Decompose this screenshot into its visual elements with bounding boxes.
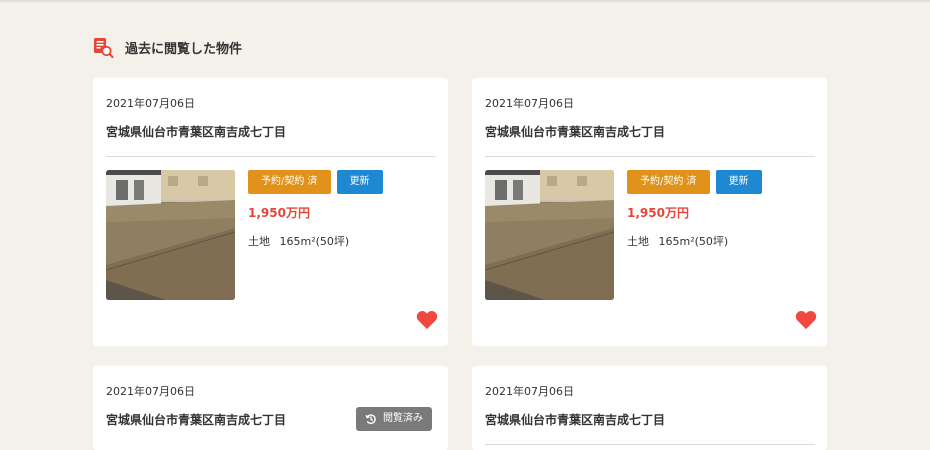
updated-badge: 更新 (715, 170, 762, 194)
updated-badge: 更新 (336, 170, 383, 194)
divider (485, 444, 815, 445)
status-badge: 予約/契約 済 (248, 170, 331, 194)
viewed-date: 2021年07月06日 (106, 385, 195, 398)
history-search-icon (92, 36, 114, 58)
property-type: 土地 (248, 235, 270, 248)
price: 1,950万円 (627, 206, 689, 220)
property-address[interactable]: 宮城県仙台市青葉区南吉成七丁目 (106, 123, 286, 140)
price: 1,950万円 (248, 206, 310, 220)
viewed-badge: 閲覧済み (356, 407, 432, 431)
property-type: 土地 (627, 235, 649, 248)
property-spec: 土地 165m²(50坪) (248, 233, 349, 249)
property-spec: 土地 165m²(50坪) (627, 233, 728, 249)
property-card[interactable]: 2021年07月06日 宮城県仙台市青葉区南吉成七丁目 閲覧済み (93, 366, 448, 450)
property-area: 165m²(50坪) (279, 235, 350, 248)
property-photo[interactable] (106, 170, 235, 300)
property-area: 165m²(50坪) (658, 235, 729, 248)
viewed-badge-label: 閲覧済み (383, 413, 423, 424)
property-photo[interactable] (485, 170, 614, 300)
property-address[interactable]: 宮城県仙台市青葉区南吉成七丁目 (106, 411, 286, 428)
top-shadow (0, 0, 930, 3)
property-address[interactable]: 宮城県仙台市青葉区南吉成七丁目 (485, 411, 665, 428)
viewed-date: 2021年07月06日 (485, 97, 574, 110)
property-address[interactable]: 宮城県仙台市青葉区南吉成七丁目 (485, 123, 665, 140)
heart-icon[interactable] (795, 310, 817, 330)
divider (106, 156, 436, 157)
viewed-date: 2021年07月06日 (485, 385, 574, 398)
property-card[interactable]: 2021年07月06日 宮城県仙台市青葉区南吉成七丁目 (472, 366, 827, 450)
section-header: 過去に閲覧した物件 (92, 36, 242, 58)
divider (485, 156, 815, 157)
heart-icon[interactable] (416, 310, 438, 330)
badge-group: 予約/契約 済 更新 (627, 170, 762, 194)
viewed-date: 2021年07月06日 (106, 97, 195, 110)
status-badge: 予約/契約 済 (627, 170, 710, 194)
property-card[interactable]: 2021年07月06日 宮城県仙台市青葉区南吉成七丁目 予約/契約 済 更新 1… (472, 78, 827, 346)
history-icon (365, 413, 377, 425)
property-card[interactable]: 2021年07月06日 宮城県仙台市青葉区南吉成七丁目 予約/契約 済 更新 1… (93, 78, 448, 346)
section-title: 過去に閲覧した物件 (125, 41, 243, 57)
badge-group: 予約/契約 済 更新 (248, 170, 383, 194)
